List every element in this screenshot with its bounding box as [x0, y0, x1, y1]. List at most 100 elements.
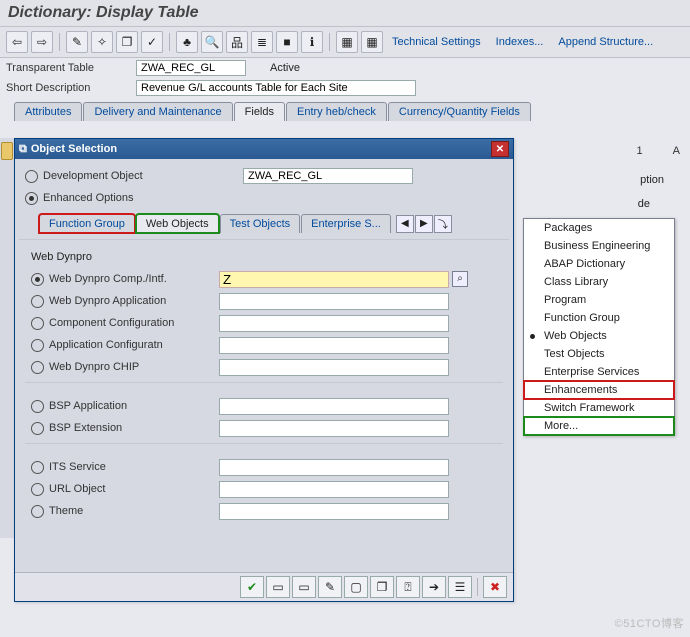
subtab-enterprise-s-[interactable]: Enterprise S... [301, 214, 391, 233]
radio-theme[interactable] [31, 505, 44, 518]
label-bsp-extension: BSP Extension [49, 422, 219, 434]
input-its-service[interactable] [219, 459, 449, 476]
label-web-dynpro-chip: Web Dynpro CHIP [49, 361, 219, 373]
indexes-link[interactable]: Indexes... [490, 34, 550, 50]
clip-icon[interactable] [1, 142, 13, 160]
side-clip [0, 138, 15, 538]
back-icon[interactable]: ⇦ [6, 31, 28, 53]
right-a: A [673, 145, 680, 157]
label-its-service: ITS Service [49, 461, 219, 473]
subtab-scroll-2[interactable]: ⤵ [434, 215, 452, 233]
menu-switch-framework[interactable]: Switch Framework [524, 399, 674, 417]
watermark: ©51CTO博客 [615, 615, 684, 631]
menu-test-objects[interactable]: Test Objects [524, 345, 674, 363]
tab-attributes[interactable]: Attributes [14, 102, 82, 121]
grid1-icon[interactable]: ▦ [336, 31, 358, 53]
label-bsp-application: BSP Application [49, 400, 219, 412]
input-url-object[interactable] [219, 481, 449, 498]
input-web-dynpro-chip[interactable] [219, 359, 449, 376]
grid2-icon[interactable]: ▦ [361, 31, 383, 53]
radio-web-dynpro-application[interactable] [31, 295, 44, 308]
table-name-field[interactable] [136, 60, 246, 76]
tab-currency-quantity-fields[interactable]: Currency/Quantity Fields [388, 102, 531, 121]
input-theme[interactable] [219, 503, 449, 520]
toggle-icon[interactable]: ✎ [66, 31, 88, 53]
input-web-dynpro-comp-intf-[interactable] [219, 271, 449, 288]
status-label: Active [270, 62, 300, 74]
copy2-icon[interactable]: ❐ [370, 576, 394, 598]
tech-settings-link[interactable]: Technical Settings [386, 34, 487, 50]
cancel-icon[interactable]: ✖ [483, 576, 507, 598]
doc1-icon[interactable]: ▭ [266, 576, 290, 598]
subtab-test-objects[interactable]: Test Objects [220, 214, 301, 233]
dev-object-field[interactable] [243, 168, 413, 184]
menu-class-library[interactable]: Class Library [524, 273, 674, 291]
enh-options-radio[interactable] [25, 192, 38, 205]
menu-packages[interactable]: Packages [524, 219, 674, 237]
subtab-scroll-0[interactable]: ◀ [396, 215, 414, 233]
label-theme: Theme [49, 505, 219, 517]
subtab-function-group[interactable]: Function Group [39, 214, 135, 233]
radio-bsp-application[interactable] [31, 400, 44, 413]
right-info: 1 A [637, 145, 680, 157]
edit-icon[interactable]: ✎ [318, 576, 342, 598]
input-web-dynpro-application[interactable] [219, 293, 449, 310]
main-toolbar: ⇦ ⇨ ✎ ✧ ❐ ✓ ♣ 🔍 品 ≣ ■ ℹ ▦ ▦ Technical Se… [0, 27, 690, 58]
menu-more-[interactable]: More... [524, 417, 674, 435]
transparent-table-label: Transparent Table [6, 62, 136, 74]
forward-icon[interactable]: ⇨ [31, 31, 53, 53]
swap-icon[interactable]: ✧ [91, 31, 113, 53]
menu-function-group[interactable]: Function Group [524, 309, 674, 327]
web-dynpro-heading: Web Dynpro [31, 251, 92, 263]
tab-fields[interactable]: Fields [234, 102, 285, 121]
label-url-object: URL Object [49, 483, 219, 495]
menu-program[interactable]: Program [524, 291, 674, 309]
label-web-dynpro-comp-intf-: Web Dynpro Comp./Intf. [49, 273, 219, 285]
tab-entry-heb-check[interactable]: Entry heb/check [286, 102, 387, 121]
hier-icon[interactable]: 品 [226, 31, 248, 53]
tab-delivery-and-maintenance[interactable]: Delivery and Maintenance [83, 102, 232, 121]
menu-abap-dictionary[interactable]: ABAP Dictionary [524, 255, 674, 273]
search-icon[interactable]: 🔍 [201, 31, 223, 53]
righthint1: ption [640, 174, 664, 186]
append-structure-link[interactable]: Append Structure... [552, 34, 659, 50]
menu-web-objects[interactable]: Web Objects [524, 327, 674, 345]
input-bsp-extension[interactable] [219, 420, 449, 437]
list-icon[interactable]: ≣ [251, 31, 273, 53]
tree-icon[interactable]: ♣ [176, 31, 198, 53]
radio-component-configuration[interactable] [31, 317, 44, 330]
f4-help-icon[interactable]: ⌕ [452, 271, 468, 287]
copy-icon[interactable]: ❐ [116, 31, 138, 53]
label-component-configuration: Component Configuration [49, 317, 219, 329]
radio-url-object[interactable] [31, 483, 44, 496]
input-component-configuration[interactable] [219, 315, 449, 332]
short-desc-field[interactable] [136, 80, 416, 96]
dev-object-radio[interactable] [25, 170, 38, 183]
close-icon[interactable]: ✕ [491, 141, 509, 157]
radio-application-configuratn[interactable] [31, 339, 44, 352]
page-num: 1 [637, 145, 643, 157]
more-icon[interactable]: ☰ [448, 576, 472, 598]
info-icon[interactable]: ℹ [301, 31, 323, 53]
input-bsp-application[interactable] [219, 398, 449, 415]
ok-icon[interactable]: ✔ [240, 576, 264, 598]
menu-enhancements[interactable]: Enhancements [524, 381, 674, 399]
doc2-icon[interactable]: ▭ [292, 576, 316, 598]
radio-its-service[interactable] [31, 461, 44, 474]
menu-enterprise-services[interactable]: Enterprise Services [524, 363, 674, 381]
subtab-web-objects[interactable]: Web Objects [136, 214, 219, 233]
dialog-title: Object Selection [31, 143, 117, 155]
subtab-scroll-1[interactable]: ▶ [415, 215, 433, 233]
input-application-configuratn[interactable] [219, 337, 449, 354]
menu-business-engineering[interactable]: Business Engineering [524, 237, 674, 255]
label-application-configuratn: Application Configuratn [49, 339, 219, 351]
create-icon[interactable]: ▢ [344, 576, 368, 598]
radio-web-dynpro-comp-intf-[interactable] [31, 273, 44, 286]
radio-web-dynpro-chip[interactable] [31, 361, 44, 374]
radio-bsp-extension[interactable] [31, 422, 44, 435]
activate-icon[interactable]: ✓ [141, 31, 163, 53]
f1-icon[interactable]: ⍰ [396, 576, 420, 598]
info-blue-icon[interactable]: ■ [276, 31, 298, 53]
dev-object-label: Development Object [43, 170, 243, 182]
arrow-icon[interactable]: ➔ [422, 576, 446, 598]
